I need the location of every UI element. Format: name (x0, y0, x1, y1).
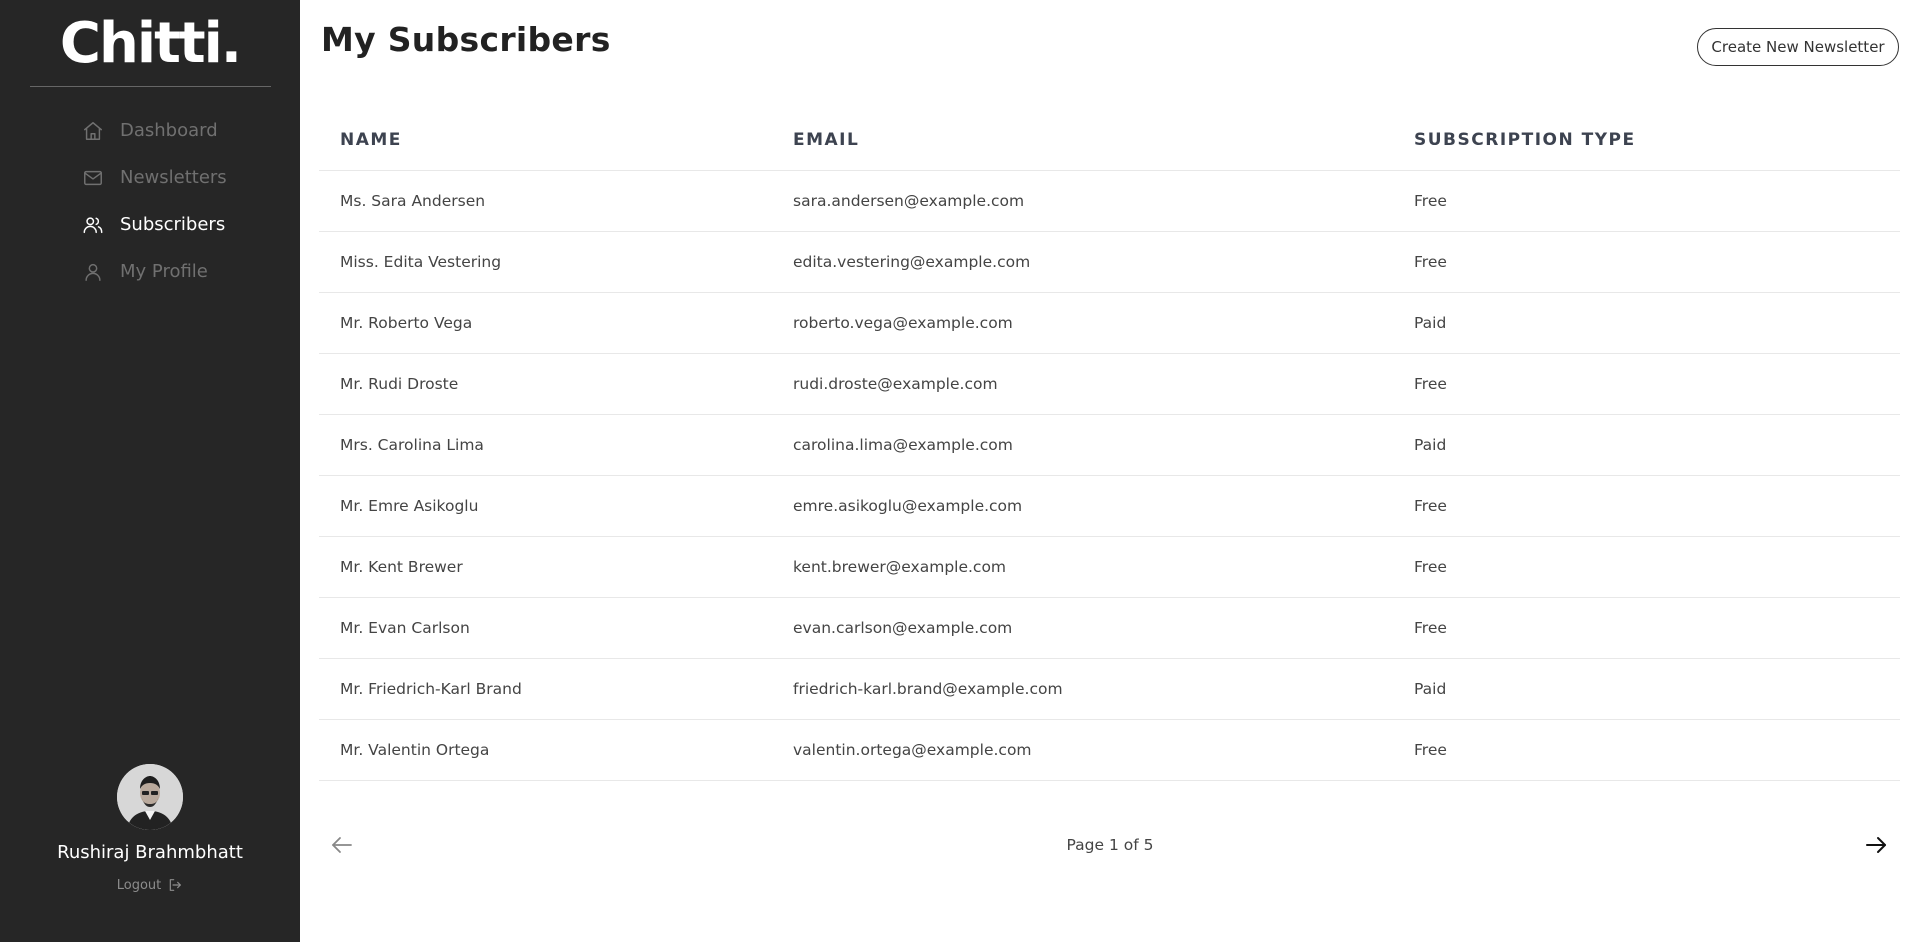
cell-email: emre.asikoglu@example.com (772, 475, 1393, 537)
table-row[interactable]: Mrs. Carolina Lima carolina.lima@example… (319, 414, 1900, 476)
cell-email: evan.carlson@example.com (772, 597, 1393, 659)
column-header-email[interactable]: EMAIL (772, 110, 1393, 171)
home-icon (84, 121, 102, 140)
table-row[interactable]: Mr. Rudi Droste rudi.droste@example.com … (319, 353, 1900, 415)
table-row[interactable]: Ms. Sara Andersen sara.andersen@example.… (319, 170, 1900, 232)
profile-panel: Rushiraj Brahmbhatt Logout (0, 764, 300, 893)
cell-subscription-type: Free (1393, 719, 1900, 781)
cell-subscription-type: Paid (1393, 292, 1900, 354)
table-row[interactable]: Mr. Valentin Ortega valentin.ortega@exam… (319, 719, 1900, 781)
cell-name: Mr. Roberto Vega (319, 292, 772, 354)
sidebar-item-subscribers[interactable]: Subscribers (82, 201, 227, 248)
user-name: Rushiraj Brahmbhatt (57, 842, 243, 863)
cell-email: friedrich-karl.brand@example.com (772, 658, 1393, 720)
cell-name: Miss. Edita Vestering (319, 231, 772, 293)
cell-subscription-type: Paid (1393, 414, 1900, 476)
table-body: Ms. Sara Andersen sara.andersen@example.… (319, 170, 1900, 781)
logo-divider (30, 86, 271, 87)
avatar-image (117, 764, 183, 830)
cell-subscription-type: Paid (1393, 658, 1900, 720)
cell-subscription-type: Free (1393, 353, 1900, 415)
cell-subscription-type: Free (1393, 170, 1900, 232)
cell-email: rudi.droste@example.com (772, 353, 1393, 415)
sidebar-nav: Dashboard Newsletters Subscribers My Pro… (82, 107, 227, 295)
mail-icon (84, 170, 102, 185)
logout-button[interactable]: Logout (117, 877, 184, 893)
cell-name: Mr. Friedrich-Karl Brand (319, 658, 772, 720)
cell-subscription-type: Free (1393, 597, 1900, 659)
sidebar-item-label: Subscribers (120, 214, 226, 235)
table-row[interactable]: Mr. Friedrich-Karl Brand friedrich-karl.… (319, 658, 1900, 720)
cell-name: Mr. Valentin Ortega (319, 719, 772, 781)
app-logo[interactable]: Chitti. (0, 12, 300, 76)
cell-name: Ms. Sara Andersen (319, 170, 772, 232)
sidebar-item-my-profile[interactable]: My Profile (82, 248, 227, 295)
column-header-name[interactable]: NAME (319, 110, 772, 171)
cell-name: Mr. Evan Carlson (319, 597, 772, 659)
cell-email: carolina.lima@example.com (772, 414, 1393, 476)
sidebar-item-label: Newsletters (120, 167, 227, 188)
cell-email: valentin.ortega@example.com (772, 719, 1393, 781)
cell-email: kent.brewer@example.com (772, 536, 1393, 598)
cell-subscription-type: Free (1393, 536, 1900, 598)
table-header-row: NAME EMAIL SUBSCRIPTION TYPE (319, 110, 1900, 171)
logout-label: Logout (116, 877, 162, 893)
table-row[interactable]: Miss. Edita Vestering edita.vestering@ex… (319, 231, 1900, 293)
create-newsletter-button[interactable]: Create New Newsletter (1697, 28, 1899, 66)
sidebar-item-dashboard[interactable]: Dashboard (82, 107, 227, 154)
cell-name: Mr. Emre Asikoglu (319, 475, 772, 537)
main-content: My Subscribers Create New Newsletter NAM… (300, 0, 1920, 942)
cell-email: sara.andersen@example.com (772, 170, 1393, 232)
page-title: My Subscribers (321, 20, 611, 59)
sidebar-item-newsletters[interactable]: Newsletters (82, 154, 227, 201)
logout-icon (169, 879, 182, 891)
page-indicator: Page 1 of 5 (1066, 836, 1154, 854)
cell-name: Mrs. Carolina Lima (319, 414, 772, 476)
table-row[interactable]: Mr. Roberto Vega roberto.vega@example.co… (319, 292, 1900, 354)
cell-name: Mr. Kent Brewer (319, 536, 772, 598)
cell-name: Mr. Rudi Droste (319, 353, 772, 415)
pagination: Page 1 of 5 (300, 830, 1920, 860)
sidebar: Chitti. Dashboard Newsletters Subscriber… (0, 0, 300, 942)
table-row[interactable]: Mr. Emre Asikoglu emre.asikoglu@example.… (319, 475, 1900, 537)
column-header-subscription-type[interactable]: SUBSCRIPTION TYPE (1393, 110, 1900, 171)
cell-subscription-type: Free (1393, 231, 1900, 293)
sidebar-item-label: Dashboard (120, 120, 218, 141)
table-row[interactable]: Mr. Kent Brewer kent.brewer@example.com … (319, 536, 1900, 598)
cell-email: edita.vestering@example.com (772, 231, 1393, 293)
user-icon (85, 263, 101, 281)
cell-email: roberto.vega@example.com (772, 292, 1393, 354)
arrow-right-icon[interactable] (1864, 833, 1888, 857)
sidebar-item-label: My Profile (120, 261, 208, 282)
avatar[interactable] (117, 764, 183, 830)
users-icon (83, 216, 103, 233)
cell-subscription-type: Free (1393, 475, 1900, 537)
table-row[interactable]: Mr. Evan Carlson evan.carlson@example.co… (319, 597, 1900, 659)
subscribers-table: NAME EMAIL SUBSCRIPTION TYPE Ms. Sara An… (319, 110, 1900, 781)
